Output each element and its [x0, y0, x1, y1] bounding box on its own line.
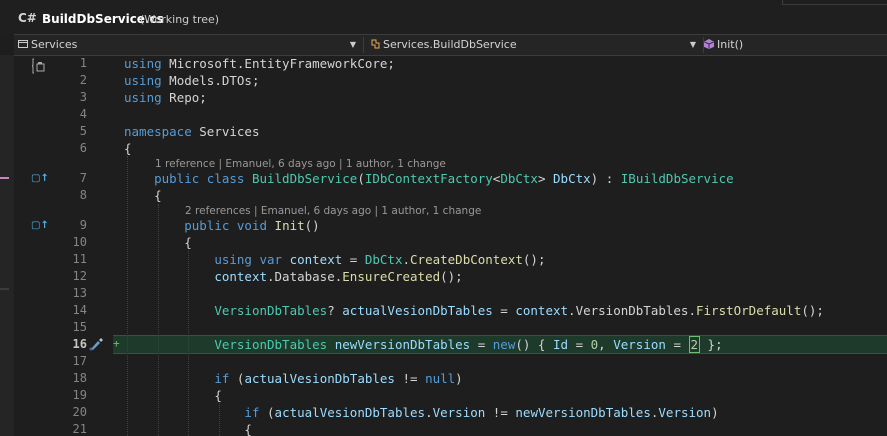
code-line[interactable]: public void Init(): [124, 217, 320, 234]
method-icon: [704, 39, 714, 49]
line-number: 2: [79, 73, 87, 87]
line-number: 1: [79, 56, 87, 70]
code-line[interactable]: using Repo;: [124, 89, 207, 106]
strip-marker: [0, 288, 9, 290]
chevron-down-icon: ▼: [689, 40, 696, 49]
line-number: 12: [72, 269, 87, 283]
type-label: Services.BuildDbService: [383, 38, 517, 51]
line-number: 11: [72, 252, 87, 266]
member-dropdown[interactable]: Init(): [704, 35, 887, 55]
code-line[interactable]: namespace Services: [124, 123, 259, 140]
chevron-down-icon: ▼: [349, 40, 356, 49]
line-number: 18: [72, 371, 87, 385]
code-line[interactable]: if (actualVesionDbTables != null): [124, 370, 462, 387]
line-number: 9: [79, 218, 87, 232]
code-line[interactable]: public class BuildDbService(IDbContextFa…: [124, 170, 734, 187]
line-number: 14: [72, 303, 87, 317]
window-frame: [782, 0, 887, 5]
line-number: 19: [72, 388, 87, 402]
current-line-number: 16: [72, 337, 87, 351]
strip-marker: [0, 177, 9, 179]
code-line[interactable]: {: [124, 387, 222, 404]
line-number: 4: [79, 107, 87, 121]
line-number: 5: [79, 124, 87, 138]
project-icon: [18, 40, 28, 48]
project-label: Services: [31, 38, 78, 51]
line-number: 10: [72, 235, 87, 249]
code-line[interactable]: if (actualVesionDbTables.Version != newV…: [124, 404, 718, 421]
line-number: 20: [72, 405, 87, 419]
references-icon[interactable]: ▢↑: [31, 173, 49, 185]
collapse-icon[interactable]: [32, 58, 46, 74]
code-line[interactable]: {: [124, 140, 132, 157]
line-number: 8: [79, 188, 87, 202]
csharp-file-icon: C#: [18, 11, 37, 25]
code-line[interactable]: VersionDbTables? actualVesionDbTables = …: [124, 302, 824, 319]
code-editor[interactable]: + ▢↑ ▢↑ 1 2 3 4 5 6 7 8 9 10 11 12 13 14…: [0, 55, 887, 436]
line-number: 21: [72, 422, 87, 436]
code-line[interactable]: context.Database.EnsureCreated();: [124, 268, 462, 285]
added-line-marker: +: [113, 337, 120, 350]
text-cursor: 2: [688, 336, 701, 353]
line-number: 15: [72, 320, 87, 334]
references-icon[interactable]: ▢↑: [31, 220, 49, 232]
line-number: 7: [79, 171, 87, 185]
line-number: 13: [72, 286, 87, 300]
code-line-current[interactable]: VersionDbTables newVersionDbTables = new…: [124, 336, 723, 353]
quick-actions-icon[interactable]: [88, 337, 104, 351]
code-line[interactable]: {: [124, 234, 192, 251]
project-dropdown[interactable]: Services ▼: [14, 35, 362, 55]
code-line[interactable]: {: [124, 187, 162, 204]
type-dropdown[interactable]: Services.BuildDbService ▼: [364, 35, 702, 55]
code-line[interactable]: using Models.DTOs;: [124, 72, 259, 89]
class-icon: [371, 39, 380, 49]
line-number: 6: [79, 141, 87, 155]
code-line[interactable]: using Microsoft.EntityFrameworkCore;: [124, 55, 395, 72]
file-status: (Working tree): [140, 13, 220, 26]
code-line[interactable]: {: [124, 421, 252, 436]
navigation-bar: Services ▼ Services.BuildDbService ▼ Ini…: [14, 34, 887, 56]
title-bar: C# BuildDbService.cs (Working tree): [0, 0, 887, 34]
left-tool-strip: [0, 55, 14, 436]
line-number: 3: [79, 90, 87, 104]
line-number: 17: [72, 354, 87, 368]
code-line[interactable]: using var context = DbCtx.CreateDbContex…: [124, 251, 545, 268]
member-label: Init(): [717, 38, 744, 51]
